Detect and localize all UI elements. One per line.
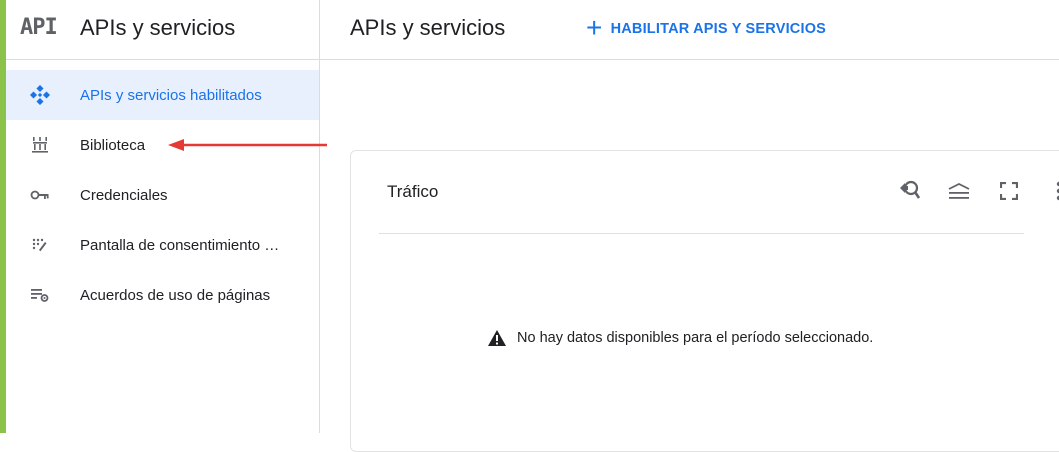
annotation-arrow: [168, 139, 327, 151]
sidebar-item-label: Acuerdos de uso de páginas: [80, 286, 271, 304]
sidebar-divider: [319, 0, 320, 433]
sidebar-item-label: Credenciales: [80, 186, 168, 204]
traffic-card: Tráfico No hay datos disponibles para el…: [350, 150, 1059, 452]
list-settings-icon: [30, 285, 50, 305]
fullscreen-icon[interactable]: [995, 177, 1023, 205]
page-title: APIs y servicios: [350, 15, 506, 40]
sidebar-header: API APIs y servicios: [6, 0, 319, 60]
enable-apis-button[interactable]: + HABILITAR APIS Y SERVICIOS: [586, 14, 826, 44]
no-data-message: No hay datos disponibles para el período…: [487, 329, 873, 347]
key-icon: [30, 185, 50, 205]
more-vert-icon[interactable]: [1045, 177, 1059, 205]
plus-icon: +: [586, 12, 603, 43]
diamond-dots-icon: [30, 85, 50, 105]
zoom-reset-icon[interactable]: [895, 177, 923, 205]
consent-dots-icon: [30, 235, 50, 255]
sidebar-item-label: Pantalla de consentimiento …: [80, 236, 280, 254]
sidebar-item-label: Biblioteca: [80, 136, 146, 154]
sidebar-item-credentials[interactable]: Credenciales: [6, 170, 319, 220]
legend-icon[interactable]: [945, 177, 973, 205]
sidebar-item-page-usage-agreements[interactable]: Acuerdos de uso de páginas: [6, 270, 319, 320]
main-header: APIs y servicios + HABILITAR APIS Y SERV…: [320, 0, 1059, 60]
library-icon: [30, 135, 50, 155]
sidebar-item-enabled-apis[interactable]: APIs y servicios habilitados: [6, 70, 319, 120]
sidebar-title: APIs y servicios: [80, 15, 236, 40]
enable-apis-button-label: HABILITAR APIS Y SERVICIOS: [610, 21, 827, 37]
api-logo: API: [20, 15, 58, 40]
card-divider: [379, 233, 1024, 234]
sidebar-nav: APIs y servicios habilitados Biblioteca: [6, 70, 319, 320]
sidebar-item-consent-screen[interactable]: Pantalla de consentimiento …: [6, 220, 319, 270]
traffic-card-title: Tráfico: [387, 182, 439, 201]
warning-icon: [488, 330, 506, 346]
no-data-text: No hay datos disponibles para el período…: [517, 330, 874, 346]
sidebar-item-label: APIs y servicios habilitados: [80, 86, 262, 104]
